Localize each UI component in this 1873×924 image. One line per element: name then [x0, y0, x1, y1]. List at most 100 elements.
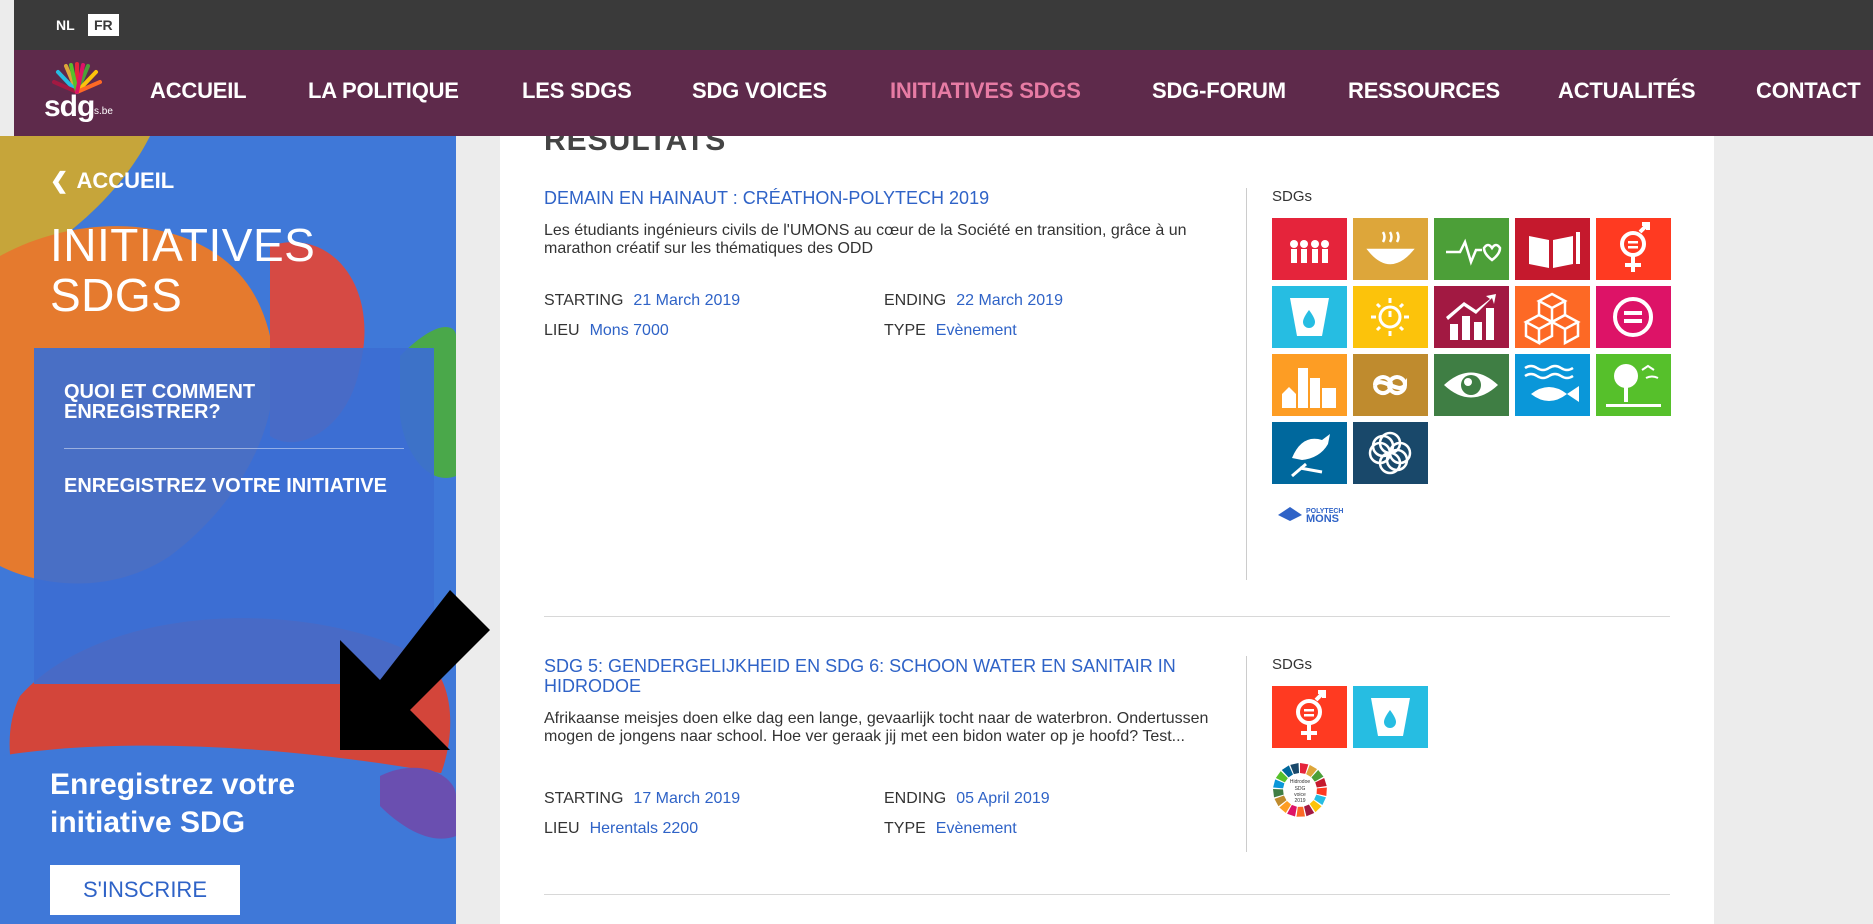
gender-icon	[1272, 686, 1347, 748]
sdgs-logo[interactable]: sdg s.be	[34, 60, 120, 126]
growth-chart-icon	[1434, 286, 1509, 348]
sdg9-tile	[1515, 286, 1590, 348]
lieu-label: LIEU	[544, 322, 580, 339]
sinscrire-button[interactable]: S'INSCRIRE	[50, 865, 240, 915]
type-label: TYPE	[884, 820, 926, 837]
result-title[interactable]: SDG 5: GENDERGELIJKHEID EN SDG 6: SCHOON…	[544, 656, 1234, 696]
back-to-accueil-link[interactable]: ❮ ACCUEIL	[50, 168, 174, 194]
nav-initiatives-sdgs[interactable]: INITIATIVES SDGS	[890, 78, 1081, 104]
sdg4-tile	[1515, 218, 1590, 280]
results-separator	[544, 894, 1670, 895]
sidebar-item-enregistrez[interactable]: ENREGISTREZ VOTRE INITIATIVE	[64, 476, 394, 496]
nav-actualites[interactable]: ACTUALITÉS	[1558, 78, 1696, 104]
sdg16-tile	[1272, 422, 1347, 484]
results-heading: RÉSULTATS	[544, 136, 727, 157]
result-starting: STARTING 21 March 2019	[544, 292, 740, 310]
sunburst-icon	[52, 62, 102, 94]
sdg5-tile	[1272, 686, 1347, 748]
result-description: Les étudiants ingénieurs civils de l'UMO…	[544, 222, 1187, 257]
sdg1-tile	[1272, 218, 1347, 280]
page: NL FR sdg s.be ACCUEIL LA POLITIQUE LES …	[0, 0, 1873, 924]
result-lieu: LIEU Herentals 2200	[544, 820, 698, 838]
result-type: TYPE Evènement	[884, 322, 1017, 340]
badge-wheel-segment	[1316, 787, 1327, 796]
nav-sdg-voices[interactable]: SDG VOICES	[692, 78, 827, 104]
sdg14-tile	[1515, 354, 1590, 416]
result-lieu: LIEU Mons 7000	[544, 322, 669, 340]
sdg15-tile	[1596, 354, 1671, 416]
type-value: Evènement	[935, 322, 1017, 339]
lang-fr-button[interactable]: FR	[88, 14, 119, 36]
result-title[interactable]: DEMAIN EN HAINAUT : CRÉATHON-POLYTECH 20…	[544, 188, 1234, 208]
bowl-icon	[1353, 218, 1428, 280]
ending-value: 22 March 2019	[956, 292, 1063, 309]
sdg17-tile	[1353, 422, 1428, 484]
ending-value: 05 April 2019	[956, 790, 1050, 807]
sdg2-tile	[1353, 218, 1428, 280]
logo-suffix: s.be	[94, 106, 113, 117]
equal-icon	[1596, 286, 1671, 348]
result-type: TYPE Evènement	[884, 820, 1017, 838]
starting-label: STARTING	[544, 790, 624, 807]
sdg10-tile	[1596, 286, 1671, 348]
sdg5-tile	[1596, 218, 1671, 280]
sdg12-tile	[1353, 354, 1428, 416]
tree-icon	[1596, 354, 1671, 416]
result-ending: ENDING 05 April 2019	[884, 790, 1050, 808]
chevron-left-icon: ❮	[50, 168, 69, 193]
badge-wheel-segment	[1296, 806, 1305, 817]
dove-icon	[1272, 422, 1347, 484]
starting-value: 17 March 2019	[633, 790, 741, 807]
nav-sdg-forum[interactable]: SDG-FORUM	[1152, 78, 1286, 104]
back-label: ACCUEIL	[76, 168, 175, 193]
lieu-value: Herentals 2200	[589, 820, 699, 837]
nav-la-politique[interactable]: LA POLITIQUE	[308, 78, 459, 104]
ending-label: ENDING	[884, 790, 947, 807]
polytech-logo-line2: MONS	[1306, 513, 1339, 525]
nav-contact[interactable]: CONTACT	[1756, 78, 1861, 104]
sdg6-tile	[1272, 286, 1347, 348]
sidebar-divider	[64, 448, 404, 449]
type-value: Evènement	[935, 820, 1017, 837]
heartbeat-icon	[1434, 218, 1509, 280]
sdg7-tile	[1353, 286, 1428, 348]
book-icon	[1515, 218, 1590, 280]
ending-label: ENDING	[884, 292, 947, 309]
sidebar-title: INITIATIVES SDGS	[50, 219, 316, 321]
sdg8-tile	[1434, 286, 1509, 348]
lieu-label: LIEU	[544, 820, 580, 837]
nav-accueil[interactable]: ACCUEIL	[150, 78, 247, 104]
sidebar: ❮ ACCUEIL INITIATIVES SDGS QUOI ET COMMEN…	[0, 136, 456, 924]
sdgs-label: SDGs	[1272, 656, 1313, 673]
sidebar-item-quoi-et-comment[interactable]: QUOI ET COMMENT ENREGISTRER?	[64, 382, 394, 422]
nav-ressources[interactable]: RESSOURCES	[1348, 78, 1500, 104]
sdg6-tile	[1353, 686, 1428, 748]
annotation-arrow-icon	[340, 590, 490, 750]
main-nav: sdg s.be ACCUEIL LA POLITIQUE LES SDGS S…	[14, 50, 1873, 136]
polytech-mons-logo: POLYTECH MONS	[1278, 503, 1358, 527]
gender-icon	[1596, 218, 1671, 280]
sdg3-tile	[1434, 218, 1509, 280]
badge-wheel-segment	[1273, 789, 1284, 798]
water-drop-icon	[1353, 686, 1428, 748]
family-icon	[1272, 218, 1347, 280]
sdg11-tile	[1272, 354, 1347, 416]
fish-icon	[1515, 354, 1590, 416]
type-label: TYPE	[884, 322, 926, 339]
polytech-hat-icon	[1278, 507, 1302, 521]
result-starting: STARTING 17 March 2019	[544, 790, 740, 808]
result-ending: ENDING 22 March 2019	[884, 292, 1063, 310]
lang-nl-button[interactable]: NL	[50, 14, 81, 36]
lieu-value: Mons 7000	[589, 322, 669, 339]
result-description: Afrikaanse meisjes doen elke dag een lan…	[544, 710, 1209, 745]
infinity-icon	[1353, 354, 1428, 416]
badge-line4: 2019	[1294, 798, 1305, 804]
eye-globe-icon	[1434, 354, 1509, 416]
logo-text: sdg	[44, 90, 95, 123]
column-divider	[1246, 656, 1247, 852]
starting-value: 21 March 2019	[633, 292, 741, 309]
nav-les-sdgs[interactable]: LES SDGS	[522, 78, 632, 104]
result-card: DEMAIN EN HAINAUT : CRÉATHON-POLYTECH 20…	[544, 188, 1671, 628]
cubes-icon	[1515, 286, 1590, 348]
result-card: SDG 5: GENDERGELIJKHEID EN SDG 6: SCHOON…	[544, 656, 1670, 856]
